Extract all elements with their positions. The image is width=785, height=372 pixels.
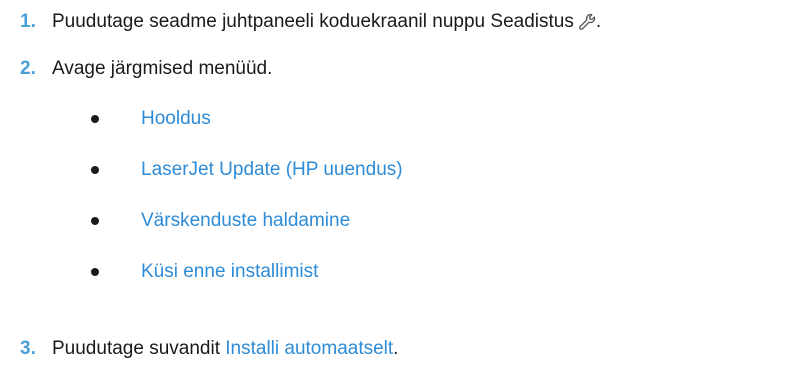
menu-item: LaserJet Update (HP uuendus) [0,155,403,185]
wrench-icon [578,13,596,31]
bullet-icon [91,217,99,225]
menu-link-updates-management[interactable]: Värskenduste haldamine [141,210,350,232]
instruction-document: 1. Puudutage seadme juhtpaneeli koduekra… [0,0,785,372]
step-1: 1. Puudutage seadme juhtpaneeli koduekra… [0,7,601,37]
step-3: 3. Puudutage suvandit Installi automaats… [0,334,398,364]
install-automatically-link[interactable]: Installi automaatselt [225,338,393,360]
step-text: Avage järgmised menüüd. [52,58,273,79]
step-text: Puudutage seadme juhtpaneeli koduekraani… [52,11,574,32]
menu-item: Küsi enne installimist [0,257,318,287]
step-number: 1. [20,11,36,32]
menu-item: Värskenduste haldamine [0,206,350,236]
bullet-icon [91,115,99,123]
step-2: 2. Avage järgmised menüüd. [0,54,272,84]
step-number: 2. [20,58,36,79]
menu-link-ask-before-install[interactable]: Küsi enne installimist [141,261,318,283]
step-text: Puudutage suvandit [52,338,226,359]
step-suffix: . [393,338,399,359]
menu-link-laserjet-update[interactable]: LaserJet Update (HP uuendus) [141,159,403,181]
step-number: 3. [20,338,36,359]
step-suffix: . [595,11,602,32]
bullet-icon [91,166,99,174]
menu-item: Hooldus [0,104,211,134]
menu-link-hooldus[interactable]: Hooldus [141,108,211,130]
bullet-icon [91,268,99,276]
